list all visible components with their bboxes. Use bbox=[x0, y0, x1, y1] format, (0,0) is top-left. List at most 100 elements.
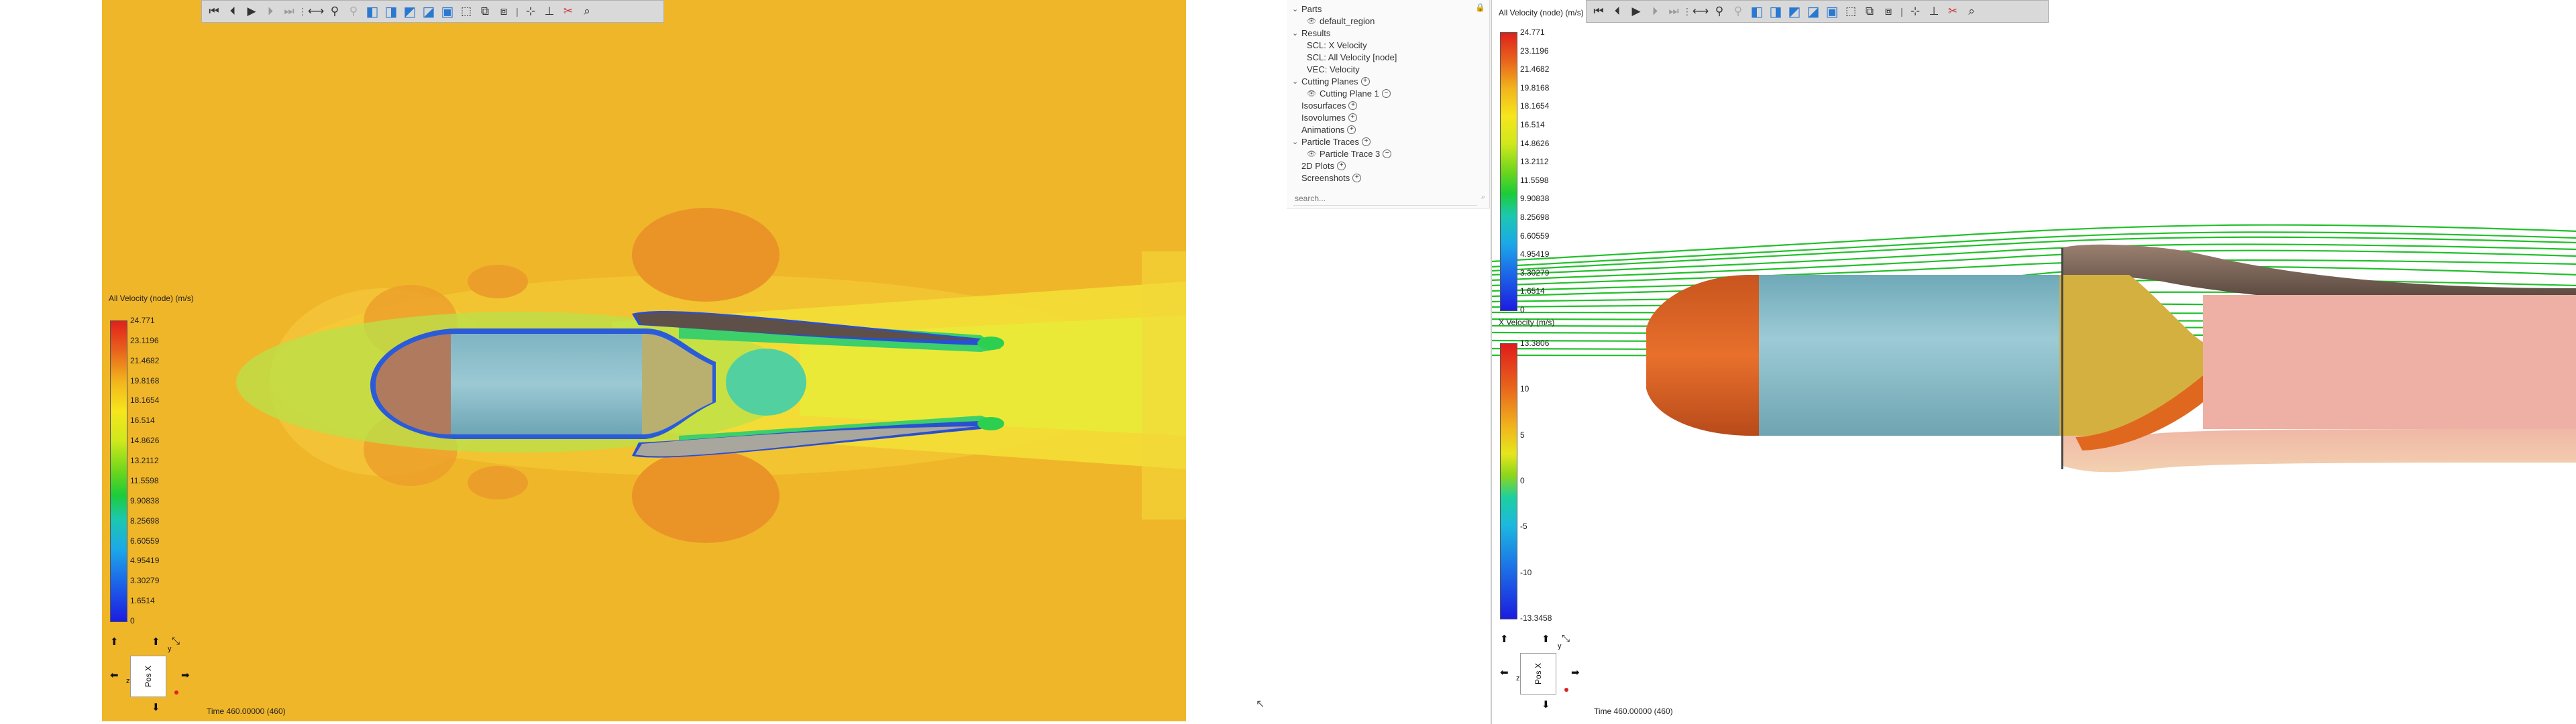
rotate-left-icon[interactable]: ⬅ bbox=[1500, 666, 1509, 678]
tree-item[interactable]: Screenshots + bbox=[1292, 173, 1362, 183]
pan-icon[interactable]: ⟷ bbox=[1692, 3, 1709, 20]
rotate-diag-icon[interactable]: ⤡ bbox=[1562, 633, 1570, 644]
probe-icon[interactable]: ⊹ bbox=[1907, 3, 1924, 20]
view-cube[interactable]: Pos X bbox=[130, 656, 166, 697]
home-icon[interactable]: ⬆ bbox=[110, 636, 119, 648]
rotate-left-icon[interactable]: ⬅ bbox=[110, 669, 119, 681]
axis-icon[interactable]: ⊥ bbox=[1925, 3, 1943, 20]
cube-view-4-icon[interactable]: ◪ bbox=[420, 3, 437, 20]
add-icon[interactable]: + bbox=[1348, 101, 1358, 110]
wireframe-2-icon[interactable]: ⧉ bbox=[476, 3, 494, 20]
chevron-down-icon[interactable]: ⌄ bbox=[1292, 77, 1301, 86]
chevron-down-icon[interactable]: ⌄ bbox=[1292, 29, 1301, 38]
tree-item[interactable]: 👁 default_region bbox=[1307, 16, 1375, 26]
wireframe-icon[interactable]: ⬚ bbox=[1842, 3, 1860, 20]
pan-icon[interactable]: ⟷ bbox=[307, 3, 325, 20]
rotate-down-icon[interactable]: ⬇ bbox=[1542, 699, 1550, 711]
more-icon[interactable]: ⋮ bbox=[1682, 3, 1692, 20]
cube-view-5-icon[interactable]: ▣ bbox=[1823, 3, 1841, 20]
tree-item[interactable]: ⌄ Particle Traces + bbox=[1292, 137, 1371, 147]
first-frame-icon[interactable]: ⏮ bbox=[1590, 3, 1607, 20]
tree-item[interactable]: Animations + bbox=[1292, 125, 1356, 135]
wireframe-2-icon[interactable]: ⧉ bbox=[1861, 3, 1878, 20]
probe-icon[interactable]: ⊹ bbox=[522, 3, 539, 20]
play-icon[interactable]: ▶ bbox=[243, 3, 260, 20]
zoom-icon[interactable]: ⌕ bbox=[578, 3, 596, 20]
tree-item[interactable]: ⌄ Cutting Planes + bbox=[1292, 76, 1370, 86]
tree-item[interactable]: SCL: X Velocity bbox=[1307, 40, 1367, 50]
tools-icon[interactable]: ✂ bbox=[559, 3, 577, 20]
orientation-widget[interactable]: ⬆ ⬆ ⤡ ⬅ ➡ ⬇ Pos X y z bbox=[1500, 633, 1580, 713]
orientation-widget[interactable]: ⬆ ⬆ ⤡ ⬅ ➡ ⬇ Pos X y z bbox=[110, 636, 191, 716]
add-icon[interactable]: + bbox=[1361, 137, 1371, 146]
tree-item[interactable]: VEC: Velocity bbox=[1307, 64, 1360, 74]
legend-label: 8.25698 bbox=[1520, 213, 1550, 222]
play-icon[interactable]: ▶ bbox=[1627, 3, 1645, 20]
tree-item[interactable]: 👁 Particle Trace 3− bbox=[1307, 149, 1392, 159]
next-frame-icon[interactable]: ⏵ bbox=[262, 3, 279, 20]
chevron-down-icon[interactable]: ⌄ bbox=[1292, 5, 1301, 13]
left-3d-viewport[interactable]: ⏮ ⏴ ▶ ⏵ ⏭ ⋮ ⟷ ⚲ ⚲ ◧ ◨ ◩ ◪ ▣ ⬚ ⧉ ⧈ | ⊹ ⊥ … bbox=[102, 0, 1186, 721]
add-icon[interactable]: + bbox=[1348, 113, 1357, 122]
rotate-up-icon[interactable]: ⬆ bbox=[152, 636, 160, 648]
eye-icon[interactable]: 👁 bbox=[1307, 149, 1316, 158]
cube-view-3-icon[interactable]: ◩ bbox=[1786, 3, 1803, 20]
eye-icon[interactable]: 👁 bbox=[1307, 89, 1316, 98]
last-frame-icon[interactable]: ⏭ bbox=[280, 3, 298, 20]
legend-label: 10 bbox=[1520, 384, 1529, 394]
cube-view-1-icon[interactable]: ◧ bbox=[364, 3, 381, 20]
velocity-legend-bar bbox=[1500, 32, 1517, 311]
add-icon[interactable]: + bbox=[1347, 125, 1356, 134]
remove-icon[interactable]: − bbox=[1381, 89, 1391, 98]
add-icon[interactable]: + bbox=[1360, 77, 1370, 86]
tree-item[interactable]: Isosurfaces + bbox=[1292, 101, 1358, 111]
home-icon[interactable]: ⬆ bbox=[1500, 633, 1509, 645]
rotate-down-icon[interactable]: ⬇ bbox=[152, 701, 160, 713]
rotate-right-icon[interactable]: ➡ bbox=[1571, 666, 1580, 678]
tree-item[interactable]: 👁 Cutting Plane 1− bbox=[1307, 88, 1391, 99]
legend-label: 6.60559 bbox=[1520, 231, 1550, 241]
axis-icon[interactable]: ⊥ bbox=[541, 3, 558, 20]
tree-item[interactable]: SCL: All Velocity [node] bbox=[1307, 52, 1397, 62]
eye-icon[interactable]: 👁 bbox=[1307, 17, 1316, 25]
last-frame-icon[interactable]: ⏭ bbox=[1665, 3, 1682, 20]
chevron-down-icon[interactable]: ⌄ bbox=[1292, 137, 1301, 146]
disabled-walk-icon[interactable]: ⚲ bbox=[345, 3, 362, 20]
tree-item[interactable]: 2D Plots + bbox=[1292, 161, 1346, 171]
tree-item-label: Animations bbox=[1301, 125, 1345, 135]
tree-item[interactable]: ⌄ Results bbox=[1292, 28, 1330, 38]
legend-label: 4.95419 bbox=[1520, 249, 1550, 259]
cube-view-1-icon[interactable]: ◧ bbox=[1748, 3, 1766, 20]
walk-icon[interactable]: ⚲ bbox=[326, 3, 343, 20]
wireframe-icon[interactable]: ⬚ bbox=[458, 3, 475, 20]
more-icon[interactable]: ⋮ bbox=[298, 3, 307, 20]
add-icon[interactable]: + bbox=[1352, 174, 1362, 182]
right-3d-viewport[interactable]: ⏮ ⏴ ▶ ⏵ ⏭ ⋮ ⟷ ⚲ ⚲ ◧ ◨ ◩ ◪ ▣ ⬚ ⧉ ⧈ | ⊹ ⊥ … bbox=[1491, 0, 2576, 724]
cube-view-4-icon[interactable]: ◪ bbox=[1805, 3, 1822, 20]
wireframe-3-icon[interactable]: ⧈ bbox=[1880, 3, 1897, 20]
tree-item[interactable]: ⌄ Parts bbox=[1292, 4, 1322, 14]
disabled-walk-icon[interactable]: ⚲ bbox=[1729, 3, 1747, 20]
remove-icon[interactable]: − bbox=[1383, 149, 1392, 158]
tree-search-input[interactable] bbox=[1293, 192, 1477, 206]
add-icon[interactable]: + bbox=[1337, 162, 1346, 170]
rotate-diag-icon[interactable]: ⤡ bbox=[172, 636, 180, 647]
next-frame-icon[interactable]: ⏵ bbox=[1646, 3, 1664, 20]
rotate-right-icon[interactable]: ➡ bbox=[181, 669, 190, 681]
first-frame-icon[interactable]: ⏮ bbox=[205, 3, 223, 20]
legend-color-bar bbox=[110, 320, 127, 622]
cube-view-2-icon[interactable]: ◨ bbox=[1767, 3, 1784, 20]
cube-view-5-icon[interactable]: ▣ bbox=[439, 3, 456, 20]
cube-view-2-icon[interactable]: ◨ bbox=[382, 3, 400, 20]
rotate-up-icon[interactable]: ⬆ bbox=[1542, 633, 1550, 645]
tools-icon[interactable]: ✂ bbox=[1944, 3, 1962, 20]
view-cube[interactable]: Pos X bbox=[1520, 653, 1556, 695]
walk-icon[interactable]: ⚲ bbox=[1711, 3, 1728, 20]
tree-item[interactable]: Isovolumes + bbox=[1292, 113, 1357, 123]
lock-icon[interactable]: 🔒 bbox=[1475, 3, 1485, 12]
cube-view-3-icon[interactable]: ◩ bbox=[401, 3, 419, 20]
zoom-icon[interactable]: ⌕ bbox=[1963, 3, 1980, 20]
prev-frame-icon[interactable]: ⏴ bbox=[224, 3, 241, 20]
wireframe-3-icon[interactable]: ⧈ bbox=[495, 3, 513, 20]
prev-frame-icon[interactable]: ⏴ bbox=[1609, 3, 1626, 20]
